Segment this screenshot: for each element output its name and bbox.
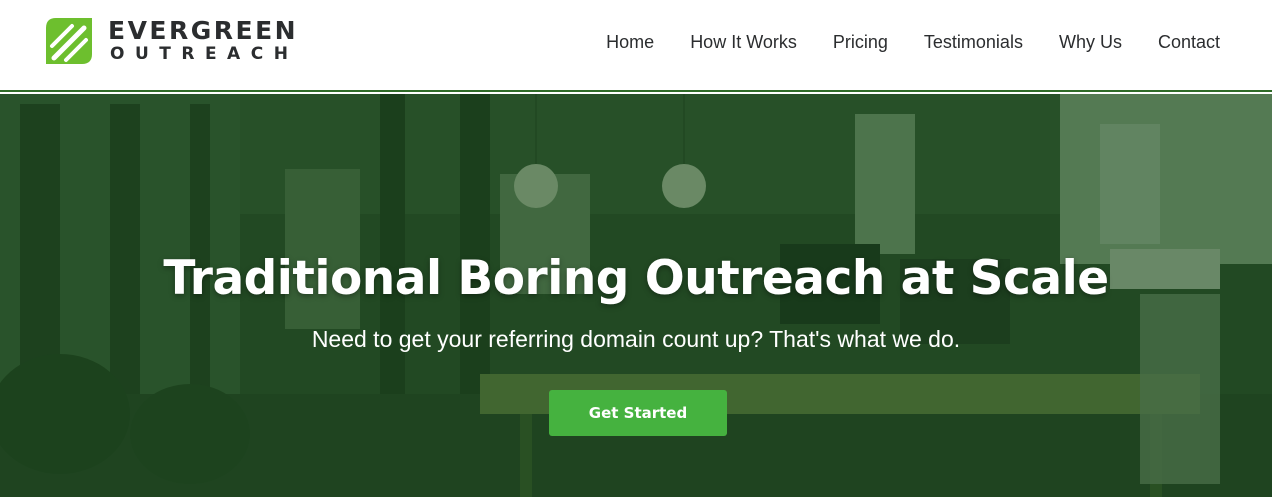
nav-contact[interactable]: Contact bbox=[1158, 30, 1220, 54]
nav-pricing[interactable]: Pricing bbox=[833, 30, 888, 54]
hero-title: Traditional Boring Outreach at Scale bbox=[163, 251, 1109, 306]
main-nav: Home How It Works Pricing Testimonials W… bbox=[606, 30, 1220, 54]
hero-section: Traditional Boring Outreach at Scale Nee… bbox=[0, 94, 1272, 497]
site-header: EVERGREEN OUTREACH Home How It Works Pri… bbox=[0, 0, 1272, 92]
brand-name-bottom: OUTREACH bbox=[110, 44, 299, 64]
nav-how-it-works[interactable]: How It Works bbox=[690, 30, 797, 54]
brand-name-top: EVERGREEN bbox=[108, 16, 299, 45]
leaf-logo-icon bbox=[46, 18, 92, 64]
nav-testimonials[interactable]: Testimonials bbox=[924, 30, 1023, 54]
brand-logo[interactable]: EVERGREEN OUTREACH bbox=[40, 14, 330, 68]
nav-why-us[interactable]: Why Us bbox=[1059, 30, 1122, 54]
get-started-button[interactable]: Get Started bbox=[549, 390, 727, 436]
hero-subtitle: Need to get your referring domain count … bbox=[311, 326, 961, 352]
nav-home[interactable]: Home bbox=[606, 30, 654, 54]
